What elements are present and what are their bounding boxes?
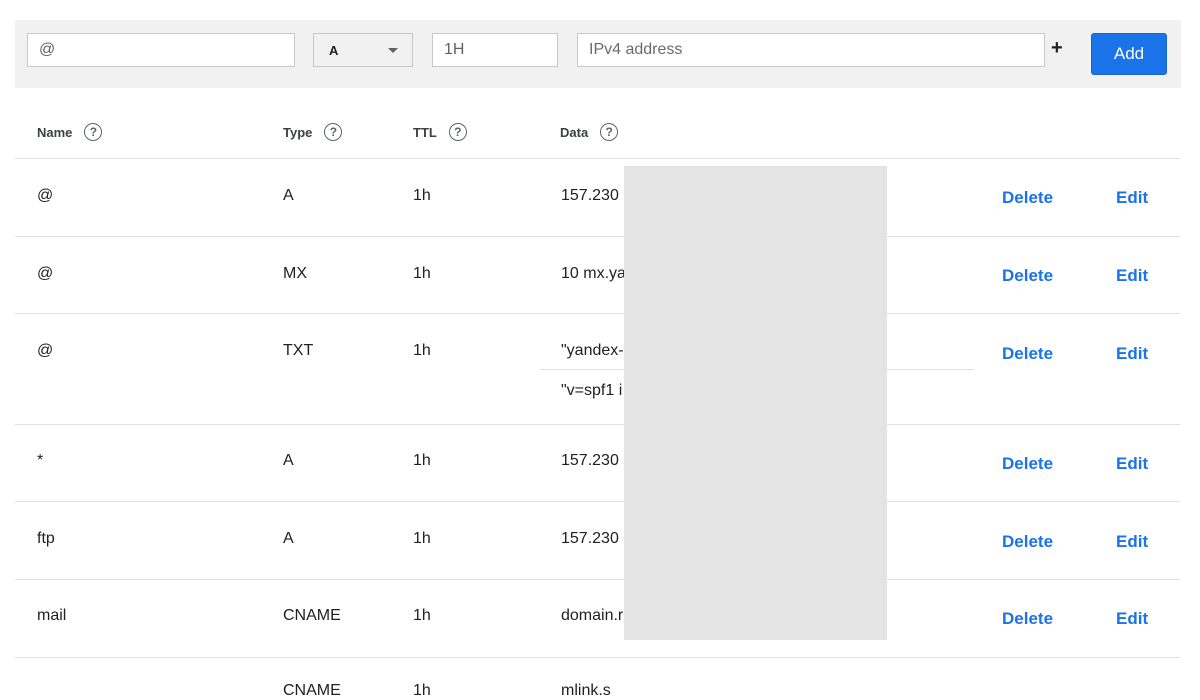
record-type: MX [283,265,307,282]
row-divider [15,657,1180,658]
record-data: mlink.s [561,682,611,699]
record-data: 157.230 [561,452,619,469]
record-ttl: 1h [413,265,431,282]
edit-button[interactable]: Edit [1116,344,1148,364]
data-field-wrapper [577,33,1045,67]
record-data-secondary: "v=spf1 i [561,382,623,399]
record-data: 10 mx.ya [561,265,626,282]
help-icon[interactable]: ? [448,123,467,141]
row-divider [15,579,1180,580]
column-header-type: Type ? [283,123,343,141]
add-button[interactable]: Add [1091,33,1167,75]
help-icon[interactable]: ? [600,123,619,141]
column-header-ttl: TTL ? [413,123,467,141]
record-ttl: 1h [413,530,431,547]
record-type: A [283,452,294,469]
record-type: A [283,530,294,547]
column-header-data-label: Data [560,124,589,140]
type-select-value: A [329,43,339,58]
column-header-name: Name ? [37,123,103,141]
row-divider [15,236,1180,237]
column-header-type-label: Type [283,124,313,140]
help-icon[interactable]: ? [84,123,103,141]
record-ttl: 1h [413,682,431,699]
ttl-field-wrapper [432,33,558,67]
record-type: CNAME [283,607,341,624]
record-ttl: 1h [413,187,431,204]
record-name: @ [37,342,54,359]
help-icon[interactable]: ? [324,123,343,141]
row-divider [15,501,1180,502]
column-header-ttl-label: TTL [413,124,437,140]
delete-button[interactable]: Delete [1002,609,1053,629]
record-type: CNAME [283,682,341,699]
delete-button[interactable]: Delete [1002,266,1053,286]
record-ttl: 1h [413,452,431,469]
name-input[interactable] [28,34,294,66]
redaction-overlay [624,166,887,640]
record-type: A [283,187,294,204]
edit-button[interactable]: Edit [1116,188,1148,208]
data-input[interactable] [578,34,1044,66]
delete-button[interactable]: Delete [1002,344,1053,364]
add-value-plus-icon[interactable]: + [1051,37,1063,60]
name-field-wrapper [27,33,295,67]
row-divider [15,158,1180,159]
record-data: 157.230 [561,187,619,204]
delete-button[interactable]: Delete [1002,188,1053,208]
record-name: @ [37,187,54,204]
record-ttl: 1h [413,342,431,359]
record-data: 157.230 [561,530,619,547]
column-header-name-label: Name [37,124,73,140]
record-type: TXT [283,342,314,359]
delete-button[interactable]: Delete [1002,454,1053,474]
row-divider [15,313,1180,314]
delete-button[interactable]: Delete [1002,532,1053,552]
edit-button[interactable]: Edit [1116,454,1148,474]
ttl-input[interactable] [433,34,557,66]
chevron-down-icon [388,48,398,53]
record-name: @ [37,265,54,282]
add-record-form: A + Add [15,20,1181,88]
column-header-data: Data ? [560,123,619,141]
type-select[interactable]: A [313,33,413,67]
record-name: * [37,452,44,469]
record-data: domain.r [561,607,624,624]
record-data: "yandex- [561,342,624,359]
edit-button[interactable]: Edit [1116,532,1148,552]
record-name: ftp [37,530,55,547]
edit-button[interactable]: Edit [1116,609,1148,629]
row-divider [15,424,1180,425]
record-ttl: 1h [413,607,431,624]
edit-button[interactable]: Edit [1116,266,1148,286]
record-name: mail [37,607,67,624]
